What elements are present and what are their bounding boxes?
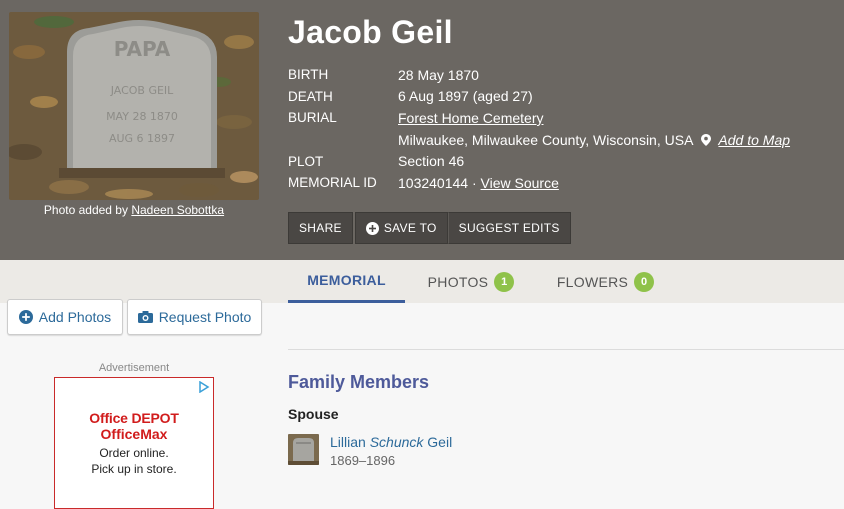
tab-photos[interactable]: PHOTOS 1: [416, 260, 526, 303]
plus-circle-icon: [18, 310, 33, 324]
save-to-button[interactable]: SAVE TO: [354, 212, 448, 244]
member-maiden-name: Schunck: [369, 434, 424, 450]
request-photo-label: Request Photo: [158, 309, 252, 325]
death-label: DEATH: [288, 88, 333, 104]
suggest-edits-button[interactable]: SUGGEST EDITS: [447, 212, 571, 244]
ad-brand-line1: Office DEPOT: [89, 410, 179, 426]
svg-text:JACOB GEIL: JACOB GEIL: [110, 84, 174, 97]
birth-label: BIRTH: [288, 67, 329, 83]
advertisement-banner[interactable]: Office DEPOT OfficeMax Order online. Pic…: [54, 377, 214, 509]
svg-text:AUG 6 1897: AUG 6 1897: [109, 132, 175, 145]
memorial-header: PAPA JACOB GEIL MAY 28 1870 AUG 6 1897 P…: [0, 0, 844, 260]
death-value: 6 Aug 1897 (aged 27): [398, 88, 533, 105]
memorial-id-value: 103240144 ·: [398, 174, 477, 191]
photo-contributor-link[interactable]: Nadeen Sobottka: [131, 203, 224, 217]
burial-location: Milwaukee, Milwaukee County, Wisconsin, …: [398, 131, 693, 148]
family-member-thumbnail[interactable]: [288, 434, 319, 465]
tab-flowers[interactable]: FLOWERS 0: [548, 260, 663, 303]
flowers-count-badge: 0: [634, 271, 655, 292]
plot-label: PLOT: [288, 153, 324, 169]
camera-icon: [137, 311, 153, 323]
view-source-link[interactable]: View Source: [481, 175, 559, 191]
tab-memorial[interactable]: MEMORIAL: [288, 260, 405, 303]
memorial-name: Jacob Geil: [288, 14, 453, 50]
photo-caption: Photo added by Nadeen Sobottka: [9, 203, 259, 217]
content-divider: [288, 349, 844, 350]
headstone-photo[interactable]: PAPA JACOB GEIL MAY 28 1870 AUG 6 1897: [9, 12, 259, 200]
memorial-id-label: MEMORIAL ID: [288, 175, 377, 191]
add-photos-label: Add Photos: [38, 309, 112, 325]
tab-memorial-label: MEMORIAL: [307, 272, 386, 288]
request-photo-button[interactable]: Request Photo: [127, 299, 262, 335]
family-members-title: Family Members: [288, 372, 430, 392]
tab-photos-label: PHOTOS: [427, 273, 489, 290]
share-label: SHARE: [299, 221, 342, 235]
burial-label: BURIAL: [288, 110, 337, 126]
svg-text:PAPA: PAPA: [114, 37, 171, 61]
cemetery-link[interactable]: Forest Home Cemetery: [398, 110, 543, 126]
save-to-label: SAVE TO: [383, 221, 437, 235]
share-button[interactable]: SHARE: [288, 212, 353, 244]
map-pin-icon: [700, 133, 711, 146]
memorial-actions: SHARE SAVE TO SUGGEST EDITS: [288, 212, 571, 244]
plus-circle-icon: [365, 221, 379, 235]
ad-brand-line2: OfficeMax: [100, 426, 168, 442]
family-member-dates: 1869–1896: [330, 453, 396, 468]
suggest-edits-label: SUGGEST EDITS: [458, 221, 560, 235]
add-to-map-link[interactable]: Add to Map: [718, 132, 790, 148]
add-photos-button[interactable]: Add Photos: [7, 299, 123, 335]
photos-count-badge: 1: [494, 271, 515, 292]
ad-choices-icon[interactable]: [198, 381, 210, 393]
tab-flowers-label: FLOWERS: [556, 273, 629, 290]
memorial-facts: BIRTH 28 May 1870 DEATH 6 Aug 1897 (aged…: [288, 64, 790, 194]
photo-caption-prefix: Photo added by: [43, 203, 128, 217]
ad-text-line1: Order online.: [99, 446, 169, 460]
plot-value: Section 46: [398, 153, 465, 170]
svg-text:MAY 28 1870: MAY 28 1870: [106, 110, 178, 123]
member-first-name: Lillian: [330, 434, 366, 450]
advertisement-label: Advertisement: [98, 362, 170, 374]
family-member-name-link[interactable]: Lillian Schunck Geil: [330, 434, 452, 450]
member-last-name: Geil: [423, 434, 453, 450]
memorial-tabs: MEMORIAL PHOTOS 1 FLOWERS 0: [0, 260, 844, 303]
birth-value: 28 May 1870: [398, 66, 479, 83]
ad-text-line2: Pick up in store.: [91, 462, 177, 476]
family-member-item[interactable]: Lillian Schunck Geil 1869–1896: [288, 434, 452, 468]
spouse-heading: Spouse: [288, 406, 339, 422]
